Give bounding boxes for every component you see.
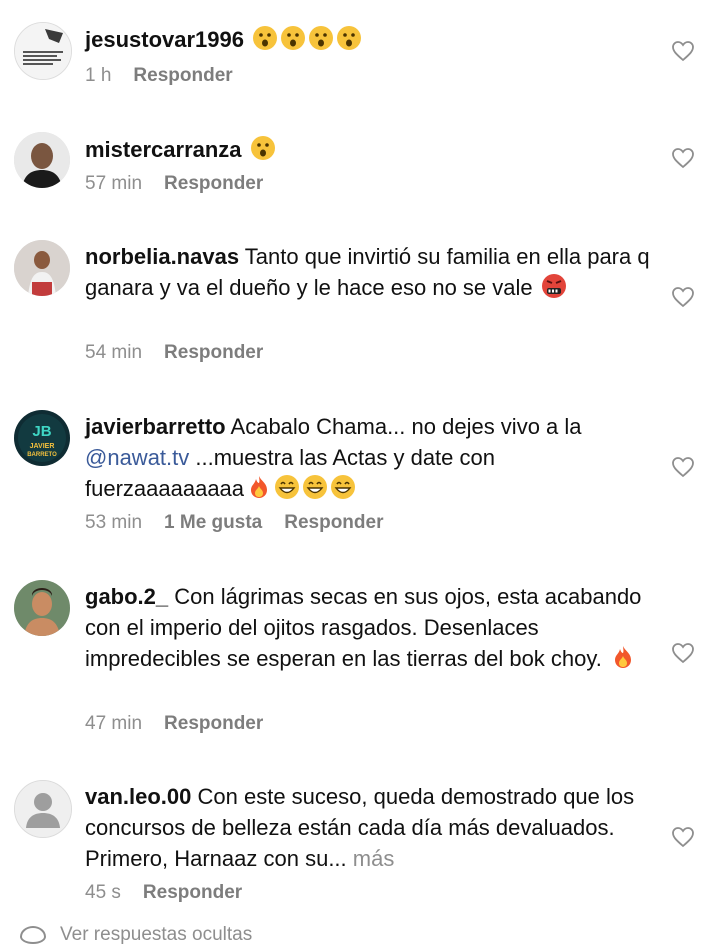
comment-meta: 53 min 1 Me gusta Responder — [85, 512, 383, 534]
like-heart-icon[interactable] — [671, 146, 695, 170]
avatar[interactable] — [14, 240, 70, 296]
grin-emoji-icon — [330, 474, 356, 500]
comment-meta: 1 h Responder — [85, 65, 233, 87]
likes-count[interactable]: 1 Me gusta — [164, 512, 262, 534]
fire-emoji-icon — [246, 474, 272, 500]
comment-meta: 57 min Responder — [85, 173, 263, 195]
avatar[interactable] — [14, 22, 72, 80]
timestamp: 54 min — [85, 342, 143, 363]
comment-text: norbelia.navas Tanto que invirtió su fam… — [85, 241, 650, 303]
swearing-emoji-icon — [541, 273, 567, 299]
comment-body: Acabalo Chama... no dejes vivo a la — [230, 414, 582, 439]
fire-emoji-icon — [610, 644, 636, 670]
username[interactable]: javierbarretto — [85, 414, 226, 439]
hushed-emoji-icon — [280, 25, 306, 51]
reply-button[interactable]: Responder — [133, 65, 232, 87]
username[interactable]: gabo.2_ — [85, 584, 168, 609]
comment-text: mistercarranza — [85, 134, 650, 165]
timestamp: 47 min — [85, 713, 143, 734]
username[interactable]: mistercarranza — [85, 137, 242, 162]
username[interactable]: jesustovar1996 — [85, 27, 244, 52]
timestamp: 45 s — [85, 882, 121, 903]
reply-button[interactable]: Responder — [164, 713, 263, 735]
grin-emoji-icon — [274, 474, 300, 500]
mention-link[interactable]: @nawat.tv — [85, 445, 189, 470]
svg-text:JB: JB — [32, 423, 51, 440]
like-heart-icon[interactable] — [671, 825, 695, 849]
avatar[interactable] — [14, 132, 70, 188]
comment-body: Con lágrimas secas en sus ojos, esta aca… — [85, 584, 642, 671]
username[interactable]: norbelia.navas — [85, 244, 239, 269]
hidden-replies-link[interactable]: Ver respuestas ocultas — [20, 924, 252, 946]
avatar[interactable] — [14, 580, 70, 636]
reply-button[interactable]: Responder — [143, 882, 242, 904]
default-avatar[interactable] — [14, 780, 72, 838]
comment-text: javierbarretto Acabalo Chama... no dejes… — [85, 411, 650, 504]
hushed-emoji-icon — [336, 25, 362, 51]
like-heart-icon[interactable] — [671, 39, 695, 63]
reply-button[interactable]: Responder — [164, 342, 263, 364]
eye-off-icon — [20, 925, 46, 944]
comment-text: gabo.2_ Con lágrimas secas en sus ojos, … — [85, 581, 650, 674]
grin-emoji-icon — [302, 474, 328, 500]
avatar[interactable]: JB JAVIER BARRETO — [14, 410, 70, 466]
timestamp: 53 min — [85, 512, 143, 533]
hushed-emoji-icon — [308, 25, 334, 51]
like-heart-icon[interactable] — [671, 285, 695, 309]
timestamp: 1 h — [85, 65, 112, 86]
reply-button[interactable]: Responder — [284, 512, 383, 534]
hidden-replies-label[interactable]: Ver respuestas ocultas — [60, 924, 252, 945]
comment-text: van.leo.00 Con este suceso, queda demost… — [85, 781, 650, 874]
more-link[interactable]: más — [353, 846, 395, 871]
like-heart-icon[interactable] — [671, 455, 695, 479]
reply-button[interactable]: Responder — [164, 173, 263, 195]
svg-text:JAVIER: JAVIER — [30, 443, 55, 450]
comment-meta: 47 min Responder — [85, 713, 263, 735]
comment-text: jesustovar1996 — [85, 24, 650, 55]
comment-meta: 45 s Responder — [85, 882, 242, 904]
hushed-emoji-icon — [250, 135, 276, 161]
username[interactable]: van.leo.00 — [85, 784, 191, 809]
comment-meta: 54 min Responder — [85, 342, 263, 364]
like-heart-icon[interactable] — [671, 641, 695, 665]
timestamp: 57 min — [85, 173, 143, 194]
hushed-emoji-icon — [252, 25, 278, 51]
svg-text:BARRETO: BARRETO — [27, 452, 57, 458]
